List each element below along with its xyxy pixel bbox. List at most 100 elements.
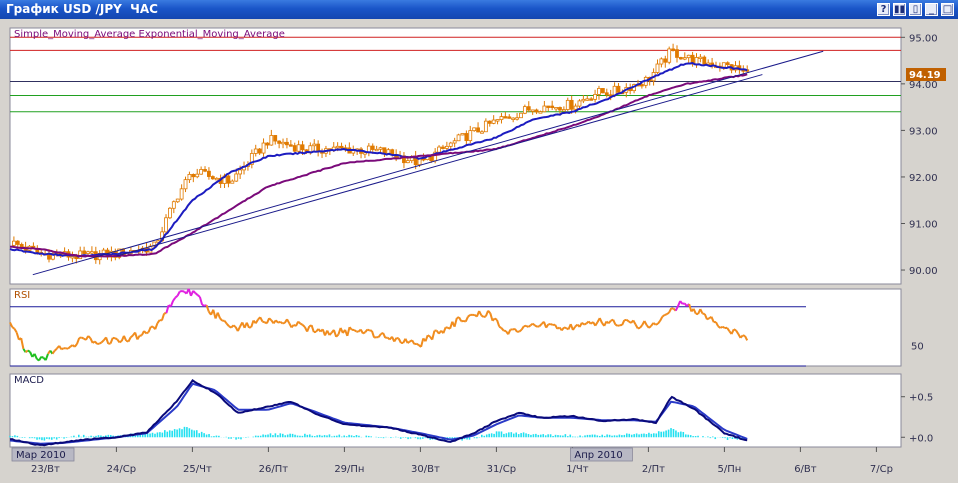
rsi-segment: [661, 314, 666, 318]
candle-body: [483, 120, 488, 133]
rsi-segment: [534, 324, 538, 328]
chart-window: График USD /JPY ЧАС ? ▮▮ ▯ _ □ 95.00 94.00 93.…: [0, 0, 958, 483]
candle-body: [612, 85, 617, 96]
candle-body: [261, 142, 266, 154]
rsi-segment: [60, 347, 65, 351]
candle-body: [265, 142, 270, 146]
candle-body: [577, 100, 582, 107]
rsi-segment: [27, 349, 31, 353]
title-bar[interactable]: График USD /JPY ЧАС ? ▮▮ ▯ _ □: [0, 0, 958, 19]
rsi-segment: [197, 294, 201, 298]
rsi-segment: [706, 317, 710, 321]
rsi-segment: [407, 340, 411, 344]
candle-body: [277, 140, 282, 144]
tile-button[interactable]: ▯: [909, 3, 922, 16]
price-tick-label: 90.00: [909, 266, 938, 277]
candle-body: [441, 146, 445, 149]
rsi-segment: [536, 325, 540, 328]
candle-body: [675, 49, 679, 58]
candle-body: [694, 57, 699, 65]
rsi-segment: [279, 321, 284, 325]
candle-body: [257, 148, 262, 154]
minimize-button[interactable]: _: [925, 3, 938, 16]
pause-button[interactable]: ▮▮: [893, 3, 906, 16]
rsi-segment: [733, 328, 737, 332]
candle-body: [468, 130, 473, 142]
rsi-segment: [248, 326, 252, 329]
rsi-segment: [367, 328, 371, 332]
candle-body: [721, 62, 726, 68]
rsi-segment: [614, 323, 619, 327]
candle-body: [725, 62, 730, 65]
candle-body: [19, 244, 24, 248]
candle-body: [195, 173, 200, 178]
rsi-segment: [11, 326, 16, 330]
rsi-segment: [583, 322, 587, 326]
rsi-segment: [299, 322, 304, 326]
candle-body: [585, 98, 590, 101]
candle-body: [269, 135, 274, 146]
x-tick-label: 6/Вт: [794, 464, 817, 475]
candle-body: [191, 174, 196, 178]
rsi-segment: [617, 324, 621, 327]
help-button[interactable]: ?: [877, 3, 890, 16]
candle-body: [550, 105, 555, 108]
rsi-segment: [467, 314, 471, 318]
candle-body: [702, 56, 707, 65]
rsi-segment: [637, 326, 641, 330]
rsi-segment: [232, 324, 237, 328]
candle-body: [82, 250, 87, 254]
macd-tick-label: +0.5: [909, 393, 933, 404]
candle-body: [273, 135, 278, 142]
candle-body: [573, 105, 578, 110]
rsi-segment: [98, 341, 103, 345]
price-panel[interactable]: [9, 27, 902, 285]
candle-body: [460, 133, 465, 136]
candle-body: [561, 109, 566, 112]
candle-body: [503, 116, 508, 119]
month-flag-label: Апр 2010: [574, 450, 622, 461]
x-tick-label: 1/Чт: [566, 464, 589, 475]
candle-body: [437, 146, 441, 153]
rsi-segment: [262, 320, 266, 324]
maximize-button[interactable]: □: [941, 3, 954, 16]
rsi-segment: [498, 325, 503, 329]
candle-body: [378, 147, 383, 150]
candle-body: [179, 188, 184, 200]
rsi-segment: [396, 336, 399, 340]
rsi-tick-label: 50: [911, 341, 924, 352]
candle-body: [253, 148, 258, 154]
candle-body: [600, 88, 605, 94]
rsi-panel[interactable]: [9, 288, 902, 367]
candle-body: [405, 160, 410, 164]
candle-body: [581, 98, 586, 102]
candle-body: [464, 133, 469, 142]
macd-panel[interactable]: [9, 373, 902, 448]
candle-body: [667, 48, 672, 63]
chart-canvas[interactable]: 95.00 94.00 93.00 92.00 91.00 90.00 Simple_Mov…: [0, 19, 958, 483]
rsi-segment: [118, 340, 123, 344]
candle-body: [604, 92, 609, 96]
candle-body: [374, 148, 379, 152]
candle-body: [199, 169, 204, 175]
candle-body: [663, 58, 668, 63]
candle-body: [507, 116, 512, 119]
candle-body: [281, 141, 285, 145]
candle-body: [234, 173, 239, 182]
rsi-segment: [416, 342, 420, 346]
candle-body: [476, 127, 480, 133]
candle-body: [300, 144, 305, 151]
x-tick-label: 23/Вт: [31, 464, 60, 475]
candle-body: [285, 141, 289, 146]
candle-body: [370, 145, 375, 150]
rsi-segment: [114, 337, 118, 341]
rsi-label: RSI: [14, 290, 30, 301]
rsi-segment: [282, 321, 285, 325]
macd-label: MACD: [14, 375, 44, 386]
candle-body: [78, 250, 83, 260]
candle-body: [207, 170, 211, 177]
candle-body: [15, 240, 20, 245]
candle-body: [101, 249, 106, 254]
price-tick-label: 93.00: [909, 126, 938, 137]
rsi-segment: [40, 355, 44, 359]
